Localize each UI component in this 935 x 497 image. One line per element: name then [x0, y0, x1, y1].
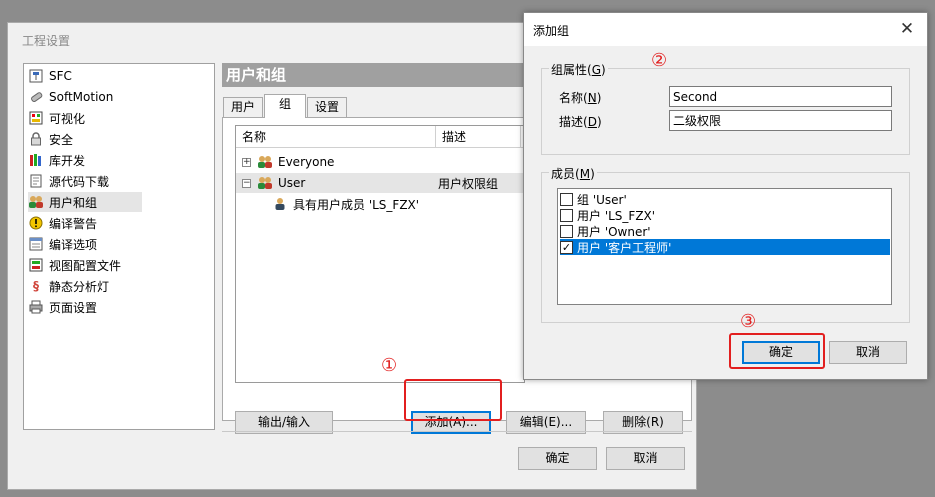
static-analysis-icon: §: [33, 279, 39, 293]
group-icon: [257, 154, 273, 170]
tree-item-security[interactable]: 安全: [28, 129, 210, 149]
tree-item-label: 库开发: [49, 153, 86, 168]
tree-item-label: 静态分析灯: [49, 279, 110, 294]
tree-item-sfc[interactable]: SFC: [28, 66, 210, 86]
checkbox-checked[interactable]: ✓: [560, 240, 573, 254]
add-group-dialog: 添加组 ✕ 组属性(G) 名称(N) 描述(D) 成员(M) 组 'User' …: [523, 12, 928, 380]
annotation-box-add: [404, 379, 502, 421]
name-label: 名称(N): [559, 91, 602, 105]
user-icon: [272, 196, 288, 212]
row-description: 用户权限组: [438, 176, 499, 191]
members-box: 成员(M) 组 'User' 用户 'LS_FZX' 用户 'Owner' ✓ …: [541, 165, 910, 323]
tree-item-softmotion[interactable]: SoftMotion: [28, 87, 210, 107]
tree-item-label: 页面设置: [49, 300, 98, 315]
tree-item-label: 编译警告: [49, 216, 98, 231]
compile-options-icon: [28, 236, 44, 252]
table-row[interactable]: + Everyone: [242, 152, 334, 172]
tree-item-compile-warnings[interactable]: 编译警告: [28, 213, 210, 233]
tree-item-label: 视图配置文件: [49, 258, 122, 273]
footer-divider: [222, 431, 692, 432]
list-item[interactable]: 用户 'LS_FZX': [560, 207, 890, 223]
annotation-box-ok: [729, 333, 825, 369]
list-item[interactable]: 组 'User': [560, 191, 890, 207]
table-row[interactable]: − User 用户权限组: [236, 173, 524, 193]
members-listbox[interactable]: 组 'User' 用户 'LS_FZX' 用户 'Owner' ✓ 用户 '客户…: [557, 188, 892, 305]
column-header-name[interactable]: 名称: [236, 126, 436, 148]
member-label: 用户 '客户工程师': [577, 240, 672, 255]
group-description-input[interactable]: [669, 110, 892, 131]
group-name-input[interactable]: [669, 86, 892, 107]
lock-icon: [28, 131, 44, 147]
tree-item-label: 用户和组: [49, 195, 98, 210]
checkbox[interactable]: [560, 208, 573, 222]
group-icon: [257, 175, 273, 191]
tree-item-label: 编译选项: [49, 237, 98, 252]
tree-item-view-profile[interactable]: 视图配置文件: [28, 255, 210, 275]
member-label: 用户 'Owner': [577, 224, 651, 239]
view-profile-icon: [28, 257, 44, 273]
softmotion-icon: [28, 89, 44, 105]
groups-grid[interactable]: 名称 描述 + Everyone − User 用户权限组 具有用户成员 'LS…: [235, 125, 525, 383]
row-name: 具有用户成员 'LS_FZX': [293, 197, 420, 212]
source-download-icon: [28, 173, 44, 189]
tab-settings[interactable]: 设置: [307, 97, 347, 117]
annotation-marker-1: ①: [381, 355, 398, 376]
list-item[interactable]: ✓ 用户 '客户工程师': [560, 239, 890, 255]
tree-item-static-analysis[interactable]: § 静态分析灯: [28, 276, 210, 296]
column-header-description[interactable]: 描述: [436, 126, 521, 148]
tab-users[interactable]: 用户: [223, 97, 263, 117]
library-icon: [28, 152, 44, 168]
tree-item-label: 可视化: [49, 111, 86, 126]
list-item[interactable]: 用户 'Owner': [560, 223, 890, 239]
tree-item-label: 源代码下载: [49, 174, 110, 189]
tree-item-source-download[interactable]: 源代码下载: [28, 171, 210, 191]
description-label: 描述(D): [559, 115, 602, 129]
dialog-titlebar: 添加组 ✕: [524, 13, 927, 46]
annotation-marker-3: ③: [740, 311, 757, 332]
sfc-icon: [28, 68, 44, 84]
dialog-title: 添加组: [533, 24, 570, 38]
window-title: 工程设置: [22, 34, 71, 48]
category-tree[interactable]: SFC SoftMotion 可视化 安全 库开发 源代码下载 用户和组 编译警…: [23, 63, 215, 430]
row-name: User: [278, 176, 306, 190]
main-ok-button[interactable]: 确定: [518, 447, 597, 470]
tab-groups[interactable]: 组: [264, 94, 306, 118]
group-properties-box: 组属性(G) 名称(N) 描述(D): [541, 61, 910, 155]
tree-item-visualization[interactable]: 可视化: [28, 108, 210, 128]
row-name: Everyone: [278, 155, 335, 169]
dialog-cancel-button[interactable]: 取消: [829, 341, 907, 364]
close-icon[interactable]: ✕: [897, 18, 917, 40]
collapse-icon[interactable]: −: [242, 178, 251, 188]
member-label: 用户 'LS_FZX': [577, 208, 656, 223]
tree-item-label: 安全: [49, 132, 74, 147]
members-legend: 成员(M): [549, 165, 597, 182]
tree-item-page-setup[interactable]: 页面设置: [28, 297, 210, 317]
visualization-icon: [28, 110, 44, 126]
annotation-marker-2: ②: [651, 50, 668, 71]
table-row[interactable]: 具有用户成员 'LS_FZX': [272, 194, 419, 214]
grid-header: 名称 描述: [236, 126, 524, 148]
tree-item-library-dev[interactable]: 库开发: [28, 150, 210, 170]
checkbox[interactable]: [560, 224, 573, 238]
tree-item-users-and-groups[interactable]: 用户和组: [28, 192, 142, 212]
tree-item-label: SFC: [49, 69, 72, 83]
group-properties-legend: 组属性(G): [549, 61, 608, 78]
warning-icon: [28, 215, 44, 231]
tree-item-label: SoftMotion: [49, 90, 114, 104]
tree-item-compile-options[interactable]: 编译选项: [28, 234, 210, 254]
expand-icon[interactable]: +: [242, 157, 251, 167]
printer-icon: [28, 299, 44, 315]
main-cancel-button[interactable]: 取消: [606, 447, 685, 470]
users-icon: [28, 194, 44, 210]
checkbox[interactable]: [560, 192, 573, 206]
member-label: 组 'User': [577, 192, 627, 207]
